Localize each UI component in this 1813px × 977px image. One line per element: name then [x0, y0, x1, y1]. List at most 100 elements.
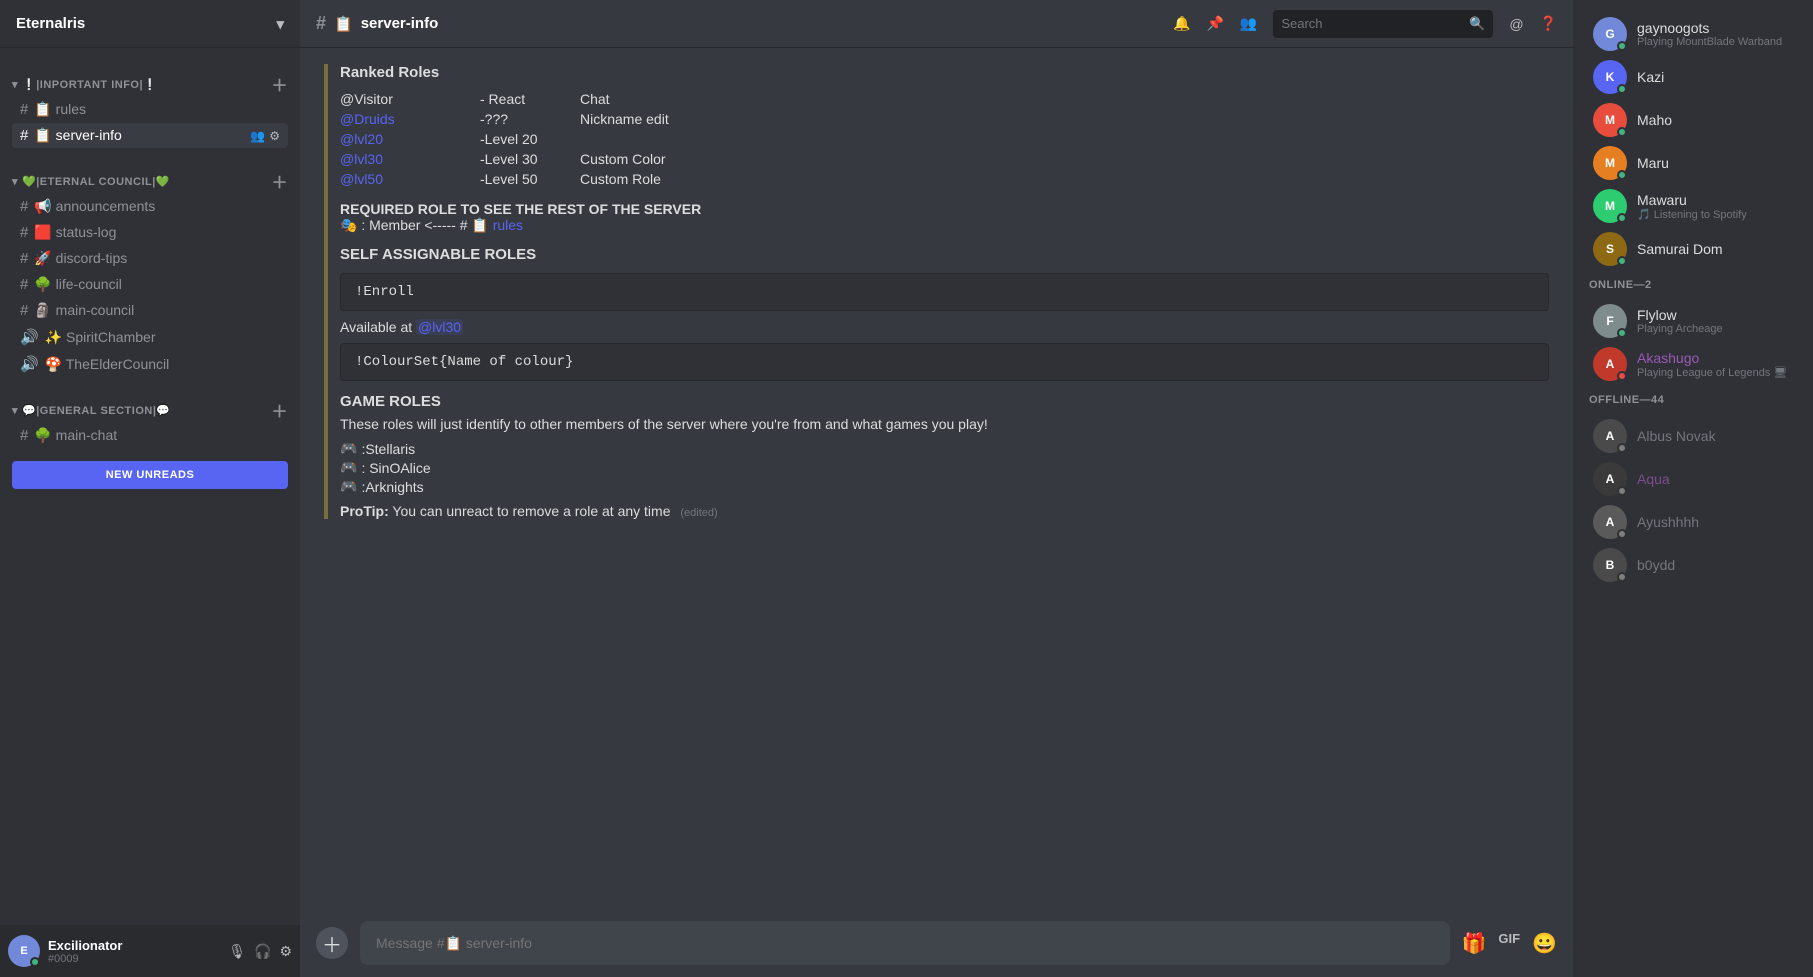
- member-name: Akashugo: [1637, 350, 1793, 366]
- add-channel-icon[interactable]: ＋: [271, 398, 288, 422]
- pin-icon[interactable]: 📌: [1206, 15, 1223, 32]
- settings-icon: ⚙: [269, 129, 280, 143]
- member-info: Flylow Playing Archeage: [1637, 307, 1793, 335]
- channel-spirit-chamber[interactable]: 🔊 ✨ SpiritChamber: [12, 324, 288, 350]
- offline-section-header: OFFLINE—44: [1573, 386, 1813, 414]
- game-roles-desc: These roles will just identify to other …: [340, 416, 1549, 432]
- member-maho[interactable]: M Maho: [1581, 99, 1805, 141]
- member-info: Samurai Dom: [1637, 241, 1793, 257]
- online2-section-header: ONLINE—2: [1573, 271, 1813, 299]
- protip-label: ProTip:: [340, 503, 389, 519]
- channel-server-info[interactable]: # 📋 server-info 👥 ⚙: [12, 123, 288, 148]
- member-ayushhhh[interactable]: A Ayushhhh: [1581, 501, 1805, 543]
- user-controls: 🎙 🎧 ⚙: [228, 943, 292, 960]
- chat-area: Ranked Roles @Visitor - React Chat @Drui…: [300, 48, 1573, 909]
- member-avatar: F: [1593, 304, 1627, 338]
- channel-rules[interactable]: # 📋 rules: [12, 97, 288, 122]
- status-indicator: [1617, 328, 1627, 338]
- available-text: Available at @lvl30: [340, 319, 1549, 335]
- new-unreads-button[interactable]: NEW UNREADS: [12, 461, 288, 489]
- mute-icon[interactable]: 🎙: [228, 943, 246, 960]
- sidebar: Eternalris ▾ ▾ ❕|INPORTANT INFO|❕ ＋ # 📋 …: [0, 0, 300, 977]
- category-header-council[interactable]: ▾ 💚|ETERNAL COUNCIL|💚 ＋: [8, 169, 292, 193]
- member-akashugo[interactable]: A Akashugo Playing League of Legends 🖥: [1581, 343, 1805, 385]
- role-row-lvl30: @lvl30 -Level 30 Custom Color: [340, 149, 1549, 169]
- category-label: ❕|INPORTANT INFO|❕: [22, 78, 157, 91]
- game-name: :Arknights: [361, 479, 423, 495]
- status-indicator: [1617, 170, 1627, 180]
- category-header[interactable]: ▾ ❕|INPORTANT INFO|❕ ＋: [8, 72, 292, 96]
- member-mawaru[interactable]: M Mawaru 🎵 Listening to Spotify: [1581, 185, 1805, 227]
- status-indicator: [1617, 127, 1627, 137]
- member-samurai-dom[interactable]: S Samurai Dom: [1581, 228, 1805, 270]
- required-role-title: REQUIRED ROLE TO SEE THE REST OF THE SER…: [340, 201, 701, 217]
- hash-icon: #: [20, 427, 28, 444]
- channel-life-council[interactable]: # 🌳 life-council: [12, 272, 288, 297]
- member-name: Maru: [1637, 155, 1793, 171]
- channel-main-chat[interactable]: # 🌳 main-chat: [12, 423, 288, 448]
- game-roles-title: GAME ROLES: [340, 393, 1549, 410]
- settings-icon[interactable]: ⚙: [279, 943, 292, 960]
- message-icons: 🎁 GIF 😀: [1462, 931, 1557, 956]
- game-emoji: 🎮: [340, 440, 357, 457]
- role-perm: Chat: [580, 91, 610, 107]
- channel-announcements[interactable]: # 📢 announcements: [12, 194, 288, 219]
- channel-main-council[interactable]: # 🗿 main-council: [12, 298, 288, 323]
- role-row-visitor: @Visitor - React Chat: [340, 89, 1549, 109]
- server-name: Eternalris: [16, 15, 85, 32]
- emoji-icon[interactable]: 😀: [1532, 931, 1557, 956]
- help-icon[interactable]: ❓: [1540, 15, 1557, 32]
- self-assignable-section: SELF ASSIGNABLE ROLES !Enroll Available …: [340, 246, 1549, 381]
- chevron-down-icon: ▾: [276, 15, 284, 33]
- bell-icon[interactable]: 🔔: [1173, 15, 1190, 32]
- server-header[interactable]: Eternalris ▾: [0, 0, 300, 48]
- member-name: gaynoogots: [1637, 20, 1793, 36]
- member-name: Aqua: [1637, 471, 1793, 487]
- deafen-icon[interactable]: 🎧: [254, 943, 271, 960]
- member-info: Kazi: [1637, 69, 1793, 85]
- user-discriminator: #0009: [48, 953, 220, 965]
- status-indicator: [30, 957, 40, 967]
- member-kazi[interactable]: K Kazi: [1581, 56, 1805, 98]
- game-name: :Stellaris: [361, 441, 415, 457]
- role-dash: - React: [480, 91, 580, 107]
- channel-discord-tips[interactable]: # 🚀 discord-tips: [12, 246, 288, 271]
- role-perm: Nickname edit: [580, 111, 669, 127]
- search-box[interactable]: Search 🔍: [1273, 10, 1493, 38]
- member-name: Ayushhhh: [1637, 514, 1793, 530]
- rules-link[interactable]: 📋 rules: [471, 217, 523, 233]
- member-maru[interactable]: M Maru: [1581, 142, 1805, 184]
- add-channel-icon[interactable]: ＋: [271, 169, 288, 193]
- add-channel-icon[interactable]: ＋: [271, 72, 288, 96]
- lvl30-mention[interactable]: @lvl30: [416, 319, 463, 335]
- ranked-roles-title: Ranked Roles: [340, 64, 1549, 81]
- hash-icon: #: [20, 224, 28, 241]
- add-attachment-button[interactable]: ＋: [316, 927, 348, 959]
- message-input[interactable]: [360, 921, 1450, 965]
- member-avatar: M: [1593, 146, 1627, 180]
- role-name: @lvl30: [340, 151, 480, 167]
- role-dash: -Level 30: [480, 151, 580, 167]
- colour-code-block: !ColourSet{Name of colour}: [340, 343, 1549, 381]
- channels-list: ▾ ❕|INPORTANT INFO|❕ ＋ # 📋 rules # 📋 ser…: [0, 48, 300, 925]
- category-label: 💬|GENERAL SECTION|💬: [22, 404, 171, 417]
- gift-icon[interactable]: 🎁: [1462, 931, 1487, 956]
- members-icon[interactable]: 👥: [1240, 15, 1257, 32]
- gif-icon[interactable]: GIF: [1498, 931, 1520, 956]
- role-row-lvl20: @lvl20 -Level 20: [340, 129, 1549, 149]
- channel-status-log[interactable]: # 🟥 status-log: [12, 220, 288, 245]
- member-b0ydd[interactable]: B b0ydd: [1581, 544, 1805, 586]
- member-aqua[interactable]: A Aqua: [1581, 458, 1805, 500]
- member-albus-novak[interactable]: A Albus Novak: [1581, 415, 1805, 457]
- member-avatar: A: [1593, 419, 1627, 453]
- category-header-general[interactable]: ▾ 💬|GENERAL SECTION|💬 ＋: [8, 398, 292, 422]
- member-flylow[interactable]: F Flylow Playing Archeage: [1581, 300, 1805, 342]
- member-avatar: S: [1593, 232, 1627, 266]
- channel-icon: 📋: [334, 15, 353, 33]
- member-gaynoogots[interactable]: G gaynoogots Playing MountBlade Warband: [1581, 13, 1805, 55]
- at-icon[interactable]: @: [1509, 16, 1523, 32]
- channel-elder-council[interactable]: 🔊 🍄 TheElderCouncil: [12, 351, 288, 377]
- role-name: @Druids: [340, 111, 480, 127]
- search-text: Search: [1281, 16, 1463, 31]
- role-dash: -Level 20: [480, 131, 580, 147]
